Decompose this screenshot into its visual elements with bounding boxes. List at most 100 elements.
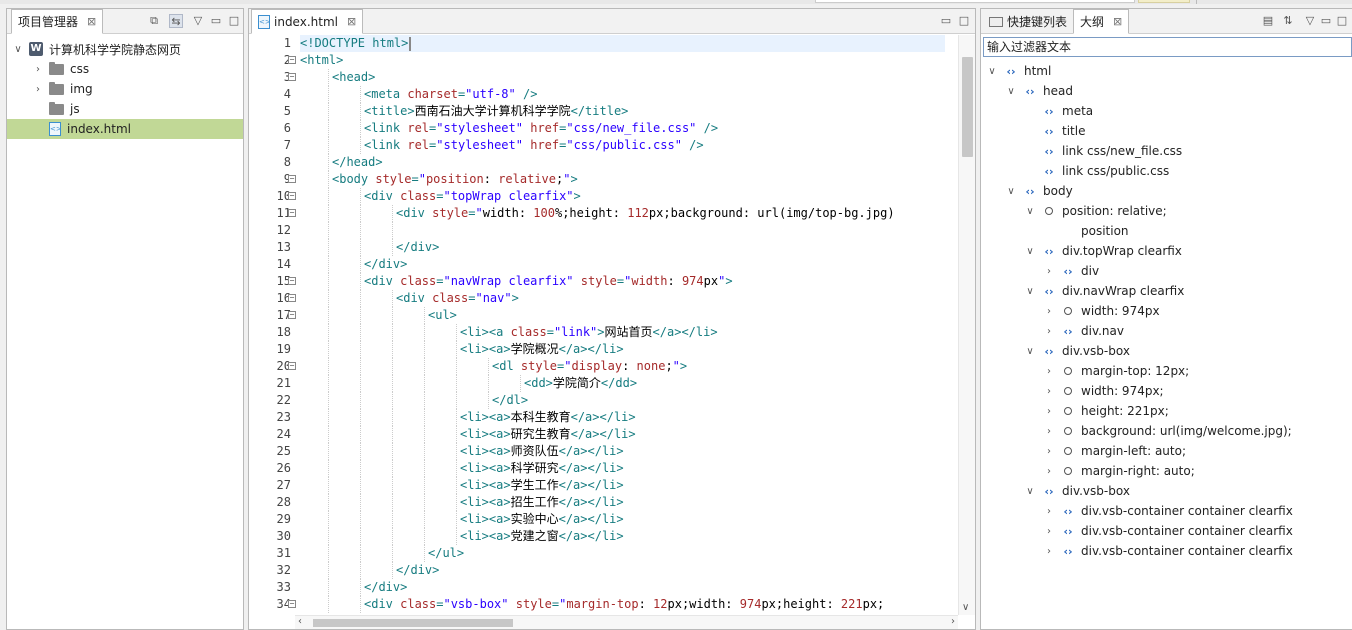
outline-item[interactable]: ∨ ‹› div.vsb-box [981, 481, 1352, 501]
chevron-right-icon[interactable]: › [1044, 506, 1054, 517]
outline-item[interactable]: ‹› meta [981, 101, 1352, 121]
scroll-left-icon[interactable]: ‹ [298, 616, 302, 627]
sort-icon[interactable]: ⇅ [1281, 14, 1295, 28]
chevron-down-icon[interactable]: ∨ [1025, 486, 1035, 497]
outline-item[interactable]: › ‹› div [981, 261, 1352, 281]
fold-toggle-icon[interactable]: − [288, 192, 296, 200]
outline-item[interactable]: position [981, 221, 1352, 241]
outline-item[interactable]: › background: url(img/welcome.jpg); [981, 421, 1352, 441]
outline-item[interactable]: ∨ ‹› html [981, 61, 1352, 81]
chevron-right-icon[interactable]: › [1044, 406, 1054, 417]
chevron-right-icon[interactable]: › [33, 64, 43, 75]
scroll-down-icon[interactable]: ∨ [962, 602, 969, 613]
tab-index-html[interactable]: <> index.html ⊠ [251, 9, 364, 34]
maximize-icon[interactable]: □ [1335, 14, 1349, 28]
chevron-right-icon[interactable]: › [1044, 266, 1054, 277]
fold-toggle-icon[interactable]: − [288, 600, 296, 608]
tab-project-explorer[interactable]: 项目管理器 ⊠ [11, 9, 104, 34]
indent-guide [392, 239, 393, 256]
code-token: <title> [364, 104, 415, 118]
chevron-down-icon[interactable]: ∨ [13, 44, 23, 55]
chevron-down-icon[interactable]: ∨ [1006, 186, 1016, 197]
tab-outline[interactable]: 大纲 ⊠ [1073, 9, 1130, 34]
vertical-scrollbar[interactable]: ∨ [958, 35, 975, 615]
outline-item[interactable]: › ‹› div.vsb-container container clearfix [981, 501, 1352, 521]
filter-input[interactable]: 输入过滤器文本 [983, 37, 1352, 57]
fold-toggle-icon[interactable]: − [288, 73, 296, 81]
outline-item[interactable]: ∨ ‹› div.topWrap clearfix [981, 241, 1352, 261]
fold-toggle-icon[interactable]: − [288, 294, 296, 302]
outline-item[interactable]: › width: 974px [981, 301, 1352, 321]
outline-item[interactable]: ‹› title [981, 121, 1352, 141]
code-token: ; [665, 359, 673, 373]
outline-item[interactable]: ‹› link css/new_file.css [981, 141, 1352, 161]
chevron-right-icon[interactable]: › [1044, 386, 1054, 397]
chevron-down-icon[interactable]: ∨ [1025, 246, 1035, 257]
code-token: </title> [570, 104, 629, 118]
chevron-right-icon[interactable]: › [1044, 306, 1054, 317]
chevron-right-icon[interactable]: › [33, 84, 43, 95]
chevron-down-icon[interactable]: ∨ [987, 66, 997, 77]
link-with-editor-icon[interactable]: ⇆ [169, 14, 183, 28]
indent-guide [328, 596, 329, 613]
collapse-all-icon[interactable]: ⧉ [147, 14, 161, 28]
outline-item[interactable]: ∨ ‹› div.vsb-box [981, 341, 1352, 361]
toolbar-field[interactable] [815, 0, 1135, 3]
fold-toggle-icon[interactable]: − [288, 362, 296, 370]
chevron-right-icon[interactable]: › [1044, 546, 1054, 557]
outline-item[interactable]: › height: 221px; [981, 401, 1352, 421]
tree-item[interactable]: ∨ W 计算机科学学院静态网页 [7, 39, 243, 59]
chevron-down-icon[interactable]: ∨ [1025, 346, 1035, 357]
minimize-icon[interactable]: ▭ [939, 14, 953, 28]
minimize-icon[interactable]: ▭ [1319, 14, 1333, 28]
outline-item[interactable]: › width: 974px; [981, 381, 1352, 401]
chevron-down-icon[interactable]: ∨ [1025, 206, 1035, 217]
maximize-icon[interactable]: □ [957, 14, 971, 28]
outline-item[interactable]: ∨ ‹› head [981, 81, 1352, 101]
outline-item[interactable]: › margin-left: auto; [981, 441, 1352, 461]
outline-item[interactable]: › ‹› div.nav [981, 321, 1352, 341]
horizontal-scrollbar[interactable]: ‹ › [295, 615, 958, 629]
vertical-scroll-thumb[interactable] [962, 57, 973, 157]
tree-item[interactable]: js [7, 99, 243, 119]
tab-shortcuts[interactable]: 快捷键列表 [983, 9, 1073, 34]
chevron-right-icon[interactable]: › [1044, 466, 1054, 477]
close-icon[interactable]: ⊠ [1113, 15, 1122, 28]
outline-item[interactable]: ∨ position: relative; [981, 201, 1352, 221]
chevron-right-icon[interactable]: › [1044, 526, 1054, 537]
collapse-icon[interactable]: ▤ [1261, 14, 1275, 28]
close-icon[interactable]: ⊠ [87, 15, 96, 28]
outline-item[interactable]: › margin-right: auto; [981, 461, 1352, 481]
tree-item[interactable]: <> index.html [7, 119, 243, 139]
minimize-icon[interactable]: ▭ [209, 14, 223, 28]
fold-toggle-icon[interactable]: − [288, 277, 296, 285]
chevron-right-icon[interactable]: › [1044, 326, 1054, 337]
toolbar-highlight-field[interactable] [1138, 0, 1190, 3]
tree-item[interactable]: › css [7, 59, 243, 79]
outline-item[interactable]: ∨ ‹› div.navWrap clearfix [981, 281, 1352, 301]
fold-toggle-icon[interactable]: − [288, 175, 296, 183]
fold-toggle-icon[interactable]: − [288, 311, 296, 319]
horizontal-scroll-thumb[interactable] [313, 619, 513, 627]
outline-item[interactable]: › ‹› div.vsb-container container clearfix [981, 521, 1352, 541]
maximize-icon[interactable]: □ [227, 14, 241, 28]
fold-toggle-icon[interactable]: − [288, 56, 296, 64]
chevron-right-icon[interactable]: › [1044, 446, 1054, 457]
chevron-down-icon[interactable]: ∨ [1006, 86, 1016, 97]
outline-item[interactable]: ‹› link css/public.css [981, 161, 1352, 181]
indent-guide [328, 460, 329, 477]
code-editor[interactable]: 12−3−456789−10−11−12131415−16−17−181920−… [249, 35, 975, 615]
code-line: <li><a>学生工作</a></li> [300, 477, 945, 494]
outline-item[interactable]: › margin-top: 12px; [981, 361, 1352, 381]
view-menu-icon[interactable]: ▽ [191, 14, 205, 28]
scroll-right-icon[interactable]: › [951, 616, 955, 627]
chevron-right-icon[interactable]: › [1044, 366, 1054, 377]
view-menu-icon[interactable]: ▽ [1303, 14, 1317, 28]
fold-toggle-icon[interactable]: − [288, 209, 296, 217]
close-icon[interactable]: ⊠ [347, 15, 356, 28]
outline-item[interactable]: › ‹› div.vsb-container container clearfix [981, 541, 1352, 561]
chevron-right-icon[interactable]: › [1044, 426, 1054, 437]
chevron-down-icon[interactable]: ∨ [1025, 286, 1035, 297]
tree-item[interactable]: › img [7, 79, 243, 99]
outline-item[interactable]: ∨ ‹› body [981, 181, 1352, 201]
